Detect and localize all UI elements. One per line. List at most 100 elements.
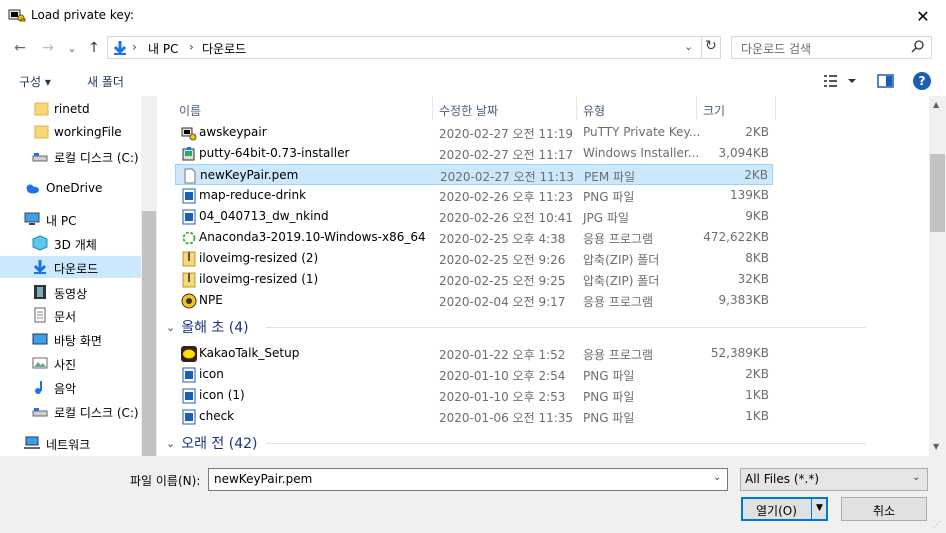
resize-grip-icon[interactable]: ⋰ <box>933 520 941 529</box>
drive-icon <box>32 408 48 417</box>
recent-locations-chevron-icon[interactable]: ⌄ <box>62 38 82 58</box>
file-size: 3,094KB <box>718 146 769 160</box>
column-divider[interactable] <box>432 96 433 120</box>
chevron-down-icon[interactable]: ⌄ <box>713 472 721 483</box>
sidebar-item-downloads[interactable]: 다운로드 <box>0 256 141 278</box>
image-file-icon <box>182 388 196 404</box>
sidebar-item-pictures[interactable]: 사진 <box>0 352 141 374</box>
file-row[interactable]: awskeypair 2020-02-27 오전 11:19 PuTTY Pri… <box>175 122 773 143</box>
file-size: 2KB <box>745 125 769 139</box>
file-type: PNG 파일 <box>583 190 635 204</box>
new-folder-button[interactable]: 새 폴더 <box>87 73 124 90</box>
open-dropdown-icon[interactable]: ▼ <box>816 503 823 513</box>
file-date: 2020-02-26 오전 10:41 <box>439 211 574 225</box>
file-row[interactable]: iloveimg-resized (2) 2020-02-25 오전 9:26 … <box>175 248 773 269</box>
computer-icon <box>24 212 40 225</box>
file-list-scrollbar[interactable]: ▲ ▼ <box>929 96 946 456</box>
group-header-this-year[interactable]: ⌄ 올해 초 (4) <box>166 316 866 338</box>
file-date: 2020-02-26 오후 11:23 <box>439 190 574 204</box>
sidebar-item-label: 3D 개체 <box>54 238 97 252</box>
sidebar-item-label: 로컬 디스크 (C:) <box>54 151 139 165</box>
file-name: NPE <box>199 293 223 307</box>
sidebar-item-this-pc[interactable]: 내 PC <box>0 208 141 230</box>
file-size: 2KB <box>744 168 768 182</box>
chevron-down-icon[interactable]: ⌄ <box>912 472 920 483</box>
scroll-thumb[interactable] <box>142 211 156 456</box>
column-divider[interactable] <box>775 96 776 120</box>
group-divider <box>266 327 866 328</box>
file-row[interactable]: icon (1) 2020-01-10 오후 2:53 PNG 파일 1KB <box>175 385 773 406</box>
chevron-down-icon[interactable]: ⌄ <box>684 40 693 53</box>
sidebar-item-label: 사진 <box>54 358 77 372</box>
sidebar-item-documents[interactable]: 문서 <box>0 304 141 326</box>
search-icon[interactable] <box>910 39 926 55</box>
file-date: 2020-01-22 오후 1:52 <box>439 348 566 362</box>
preview-pane-icon[interactable] <box>877 73 895 89</box>
scroll-down-arrow-icon[interactable]: ▼ <box>933 442 939 451</box>
view-options-icon[interactable] <box>823 73 857 89</box>
sidebar-item-music[interactable]: 음악 <box>0 376 141 398</box>
scroll-up-arrow-icon[interactable]: ▲ <box>933 100 939 109</box>
file-name: icon <box>199 367 224 381</box>
sidebar-item-workingfile[interactable]: workingFile <box>0 121 141 143</box>
chevron-down-icon: ⌄ <box>166 436 176 450</box>
file-name: icon (1) <box>199 388 245 402</box>
sidebar-item-label: 동영상 <box>54 287 88 301</box>
sidebar-item-label: OneDrive <box>46 181 103 195</box>
split-divider <box>811 499 812 519</box>
address-bar[interactable]: › 내 PC › 다운로드 ⌄ ↻ <box>107 36 721 59</box>
file-row[interactable]: putty-64bit-0.73-installer 2020-02-27 오전… <box>175 143 773 164</box>
file-type: PNG 파일 <box>583 411 635 425</box>
breadcrumb-this-pc[interactable]: 내 PC <box>148 40 178 57</box>
column-divider[interactable] <box>696 96 697 120</box>
file-name: iloveimg-resized (2) <box>199 251 319 265</box>
file-type: 압축(ZIP) 폴더 <box>583 274 660 288</box>
sidebar-item-label: workingFile <box>54 125 122 139</box>
file-row-selected[interactable]: newKeyPair.pem 2020-02-27 오전 11:13 PEM 파… <box>175 164 773 185</box>
scroll-thumb[interactable] <box>930 154 945 232</box>
sidebar-item-rinetd[interactable]: rinetd <box>0 98 141 120</box>
help-icon[interactable]: ? <box>913 72 931 90</box>
sidebar-item-desktop[interactable]: 바탕 화면 <box>0 328 141 350</box>
sidebar-item-3d-objects[interactable]: 3D 개체 <box>0 232 141 254</box>
sidebar-item-onedrive[interactable]: OneDrive <box>0 177 141 199</box>
file-row[interactable]: iloveimg-resized (1) 2020-02-25 오전 9:25 … <box>175 269 773 290</box>
up-arrow-icon[interactable]: ↑ <box>84 38 104 58</box>
file-row[interactable]: Anaconda3-2019.10-Windows-x86_64 2020-02… <box>175 227 773 248</box>
open-button[interactable]: 열기(O) ▼ <box>741 497 828 521</box>
organize-button[interactable]: 구성 ▾ <box>19 73 51 90</box>
zip-folder-icon <box>182 251 196 267</box>
window-title: Load private key: <box>31 8 135 22</box>
file-type-select[interactable]: All Files (*.*) ⌄ <box>740 468 928 491</box>
sidebar-item-local-disk-2[interactable]: 로컬 디스크 (C:) <box>0 400 141 422</box>
file-type: 응용 프로그램 <box>583 232 654 246</box>
sidebar-item-network[interactable]: 네트워크 <box>0 432 141 454</box>
file-row[interactable]: NPE 2020-02-04 오전 9:17 응용 프로그램 9,383KB <box>175 290 773 311</box>
file-date: 2020-02-27 오전 11:19 <box>439 127 574 141</box>
divider <box>701 37 702 58</box>
refresh-icon[interactable]: ↻ <box>705 38 717 54</box>
file-row[interactable]: check 2020-01-06 오전 11:35 PNG 파일 1KB <box>175 406 773 427</box>
back-arrow-icon[interactable]: ← <box>10 38 30 58</box>
sidebar-item-label: 네트워크 <box>46 438 91 452</box>
filename-label: 파일 이름(N): <box>130 474 201 488</box>
file-row[interactable]: map-reduce-drink 2020-02-26 오후 11:23 PNG… <box>175 185 773 206</box>
close-icon[interactable]: ✕ <box>900 0 946 32</box>
file-row[interactable]: 04_040713_dw_nkind 2020-02-26 오전 10:41 J… <box>175 206 773 227</box>
navigation-scrollbar[interactable] <box>141 96 157 456</box>
cancel-button-label: 취소 <box>872 504 896 518</box>
file-row[interactable]: icon 2020-01-10 오후 2:54 PNG 파일 2KB <box>175 364 773 385</box>
column-divider[interactable] <box>576 96 577 120</box>
breadcrumb-downloads[interactable]: 다운로드 <box>202 40 246 57</box>
file-row[interactable]: KakaoTalk_Setup 2020-01-22 오후 1:52 응용 프로… <box>175 343 773 364</box>
file-type: 압축(ZIP) 폴더 <box>583 253 660 267</box>
filename-input[interactable]: newKeyPair.pem ⌄ <box>208 468 728 491</box>
sidebar-item-videos[interactable]: 동영상 <box>0 281 141 303</box>
search-box[interactable]: 다운로드 검색 <box>731 36 932 59</box>
group-header-long-ago[interactable]: ⌄ 오래 전 (42) <box>166 432 866 454</box>
sidebar-item-local-disk[interactable]: 로컬 디스크 (C:) <box>0 145 141 167</box>
file-size: 9KB <box>745 209 769 223</box>
file-date: 2020-01-06 오전 11:35 <box>439 411 574 425</box>
cancel-button[interactable]: 취소 <box>841 497 927 521</box>
forward-arrow-icon[interactable]: → <box>38 38 58 58</box>
